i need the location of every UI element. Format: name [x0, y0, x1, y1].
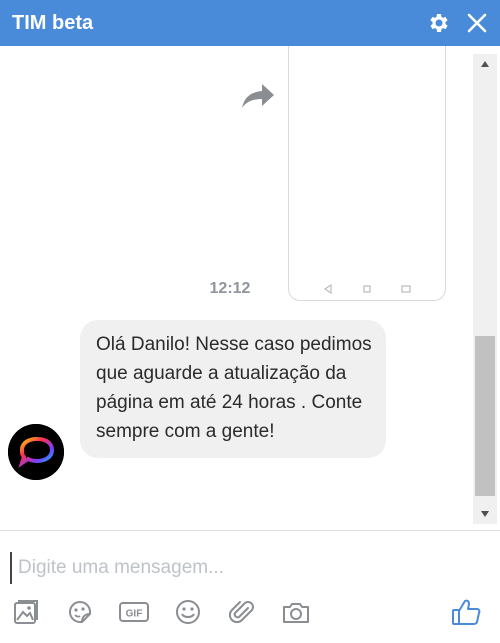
settings-button[interactable]: [424, 8, 454, 38]
gif-icon: GIF: [119, 602, 149, 622]
share-arrow-icon: [242, 84, 274, 108]
share-button[interactable]: [240, 82, 280, 112]
shared-image-preview[interactable]: [288, 46, 446, 301]
chat-title: TIM beta: [12, 11, 94, 34]
message-input[interactable]: [10, 552, 480, 584]
camera-button[interactable]: [278, 594, 314, 630]
chat-header: TIM beta: [0, 0, 500, 46]
scroll-down-arrow[interactable]: [473, 504, 497, 524]
svg-text:GIF: GIF: [126, 609, 143, 620]
message-list[interactable]: 12:12 Olá Danilo! Nesse caso pedimos que…: [0, 46, 500, 530]
gif-button[interactable]: GIF: [116, 594, 152, 630]
like-icon: [452, 599, 481, 625]
composer-divider: [0, 530, 500, 531]
triangle-up-icon: [481, 61, 489, 67]
camera-icon: [283, 603, 309, 623]
attachment-button[interactable]: [224, 594, 260, 630]
message-timestamp: 12:12: [209, 280, 251, 297]
avatar[interactable]: [8, 424, 64, 480]
scroll-thumb[interactable]: [475, 336, 495, 496]
triangle-down-icon: [481, 511, 489, 517]
photo-icon: [14, 600, 38, 624]
emoji-button[interactable]: [170, 594, 206, 630]
attachment-icon: [228, 601, 254, 624]
close-icon: [467, 13, 487, 33]
tim-logo-icon: [8, 424, 64, 480]
emoji-icon: [176, 600, 200, 624]
composer-toolbar: GIF: [0, 594, 500, 630]
sticker-button[interactable]: [62, 594, 98, 630]
like-button[interactable]: [448, 594, 484, 630]
scrollbar[interactable]: [473, 54, 497, 524]
message-bubble: Olá Danilo! Nesse caso pedimos que aguar…: [80, 320, 386, 458]
sticker-icon: [68, 601, 91, 623]
gear-icon: [430, 14, 448, 32]
close-button[interactable]: [462, 8, 492, 38]
photo-button[interactable]: [8, 594, 44, 630]
scroll-up-arrow[interactable]: [473, 54, 497, 74]
